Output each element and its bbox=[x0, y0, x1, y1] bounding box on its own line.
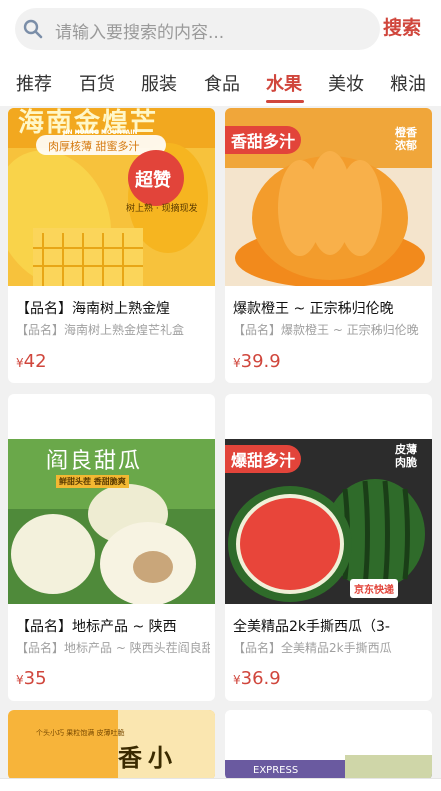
tab-food[interactable]: 食品 bbox=[204, 70, 240, 104]
product-card[interactable]: 香甜多汁 橙香浓郁 爆款橙王 ~ 正宗秭归伦晚 【品名】爆款橙王 ~ 正宗秭归伦… bbox=[225, 108, 432, 383]
image-corner-text: 皮薄肉脆 bbox=[395, 443, 417, 469]
image-tagline: 肉厚核薄 甜蜜多汁 bbox=[48, 140, 140, 153]
price-value: 36.9 bbox=[240, 668, 281, 689]
product-card[interactable]: 海南金煌芒 JIN HUANG MOUNTAIN 肉厚核薄 甜蜜多汁 超赞 树上… bbox=[8, 108, 215, 383]
product-name: 【品名】地标产品 ~ 陕西 bbox=[16, 619, 177, 635]
product-subtitle: 【品名】爆款橙王 ~ 正宗秭归伦晚 bbox=[233, 323, 419, 337]
product-name: 爆款橙王 ~ 正宗秭归伦晚 bbox=[233, 301, 394, 317]
tab-clothing[interactable]: 服装 bbox=[141, 70, 177, 104]
product-price: ¥36.9 bbox=[233, 668, 281, 689]
product-subtitle: 【品名】地标产品 ~ 陕西头茬阎良甜瓜 bbox=[16, 641, 210, 655]
search-icon bbox=[23, 19, 43, 39]
image-badge: 香甜多汁 bbox=[225, 126, 302, 154]
search-input[interactable]: 请输入要搜索的内容... bbox=[15, 8, 380, 50]
image-tagline: 个头小巧 果粒饱满 皮薄吐脆 bbox=[36, 729, 125, 737]
currency-symbol: ¥ bbox=[233, 673, 241, 687]
product-price: ¥42 bbox=[16, 351, 47, 372]
product-name: 【品名】海南树上熟金煌 bbox=[16, 301, 170, 317]
tab-fruit[interactable]: 水果 bbox=[266, 70, 302, 104]
product-card[interactable]: EXPRESS bbox=[225, 710, 432, 780]
image-badge: 爆甜多汁 bbox=[225, 445, 302, 473]
product-subtitle: 【品名】海南树上熟金煌芒礼盒 bbox=[16, 323, 185, 337]
image-note: 树上熟 · 现摘现发 bbox=[126, 204, 198, 214]
currency-symbol: ¥ bbox=[233, 356, 241, 370]
price-value: 42 bbox=[23, 351, 47, 372]
product-image: EXPRESS bbox=[225, 710, 432, 780]
product-image: 海南金煌芒 JIN HUANG MOUNTAIN 肉厚核薄 甜蜜多汁 超赞 树上… bbox=[8, 108, 215, 286]
image-title: 香小 bbox=[118, 744, 178, 772]
image-tagline: 鲜甜头茬 香甜脆爽 bbox=[56, 475, 129, 488]
product-subtitle: 【品名】全美精品2k手撕西瓜 bbox=[233, 641, 392, 655]
product-name: 全美精品2k手撕西瓜（3- bbox=[233, 619, 390, 635]
product-card[interactable]: 爆甜多汁 皮薄肉脆 京东快递 全美精品2k手撕西瓜（3- 【品名】全美精品2k手… bbox=[225, 394, 432, 701]
product-price: ¥39.9 bbox=[233, 351, 281, 372]
image-shipping-label: 京东快递 bbox=[350, 579, 398, 598]
currency-symbol: ¥ bbox=[16, 356, 24, 370]
category-tabs: 推荐 百货 服装 食品 水果 美妆 粮油 bbox=[0, 64, 441, 106]
product-image: 香甜多汁 橙香浓郁 bbox=[225, 108, 432, 286]
price-value: 35 bbox=[23, 668, 47, 689]
search-button[interactable]: 搜索 bbox=[383, 13, 421, 40]
image-title: 阎良甜瓜 bbox=[46, 449, 143, 474]
tab-grain-oil[interactable]: 粮油 bbox=[390, 70, 426, 104]
active-tab-indicator bbox=[266, 100, 304, 103]
product-card[interactable]: 阎良甜瓜 鲜甜头茬 香甜脆爽 【品名】地标产品 ~ 陕西 【品名】地标产品 ~ … bbox=[8, 394, 215, 701]
product-image: 个头小巧 果粒饱满 皮薄吐脆 香小 bbox=[8, 710, 215, 780]
search-placeholder: 请输入要搜索的内容... bbox=[55, 23, 225, 43]
top-bar: 请输入要搜索的内容... 搜索 bbox=[0, 0, 441, 64]
product-image: 阎良甜瓜 鲜甜头茬 香甜脆爽 bbox=[8, 439, 215, 604]
product-card[interactable]: 个头小巧 果粒饱满 皮薄吐脆 香小 bbox=[8, 710, 215, 780]
currency-symbol: ¥ bbox=[16, 673, 24, 687]
bottom-nav-bar bbox=[0, 778, 441, 791]
image-express-label: EXPRESS bbox=[253, 765, 299, 776]
image-corner-text: 橙香浓郁 bbox=[395, 126, 417, 152]
tab-beauty[interactable]: 美妆 bbox=[328, 70, 364, 104]
tab-general-goods[interactable]: 百货 bbox=[79, 70, 115, 104]
product-image: 爆甜多汁 皮薄肉脆 京东快递 bbox=[225, 439, 432, 604]
tab-recommend[interactable]: 推荐 bbox=[16, 70, 52, 104]
image-subtitle: JIN HUANG MOUNTAIN bbox=[63, 129, 138, 136]
price-value: 39.9 bbox=[240, 351, 281, 372]
product-price: ¥35 bbox=[16, 668, 47, 689]
image-badge: 超赞 bbox=[135, 170, 171, 191]
